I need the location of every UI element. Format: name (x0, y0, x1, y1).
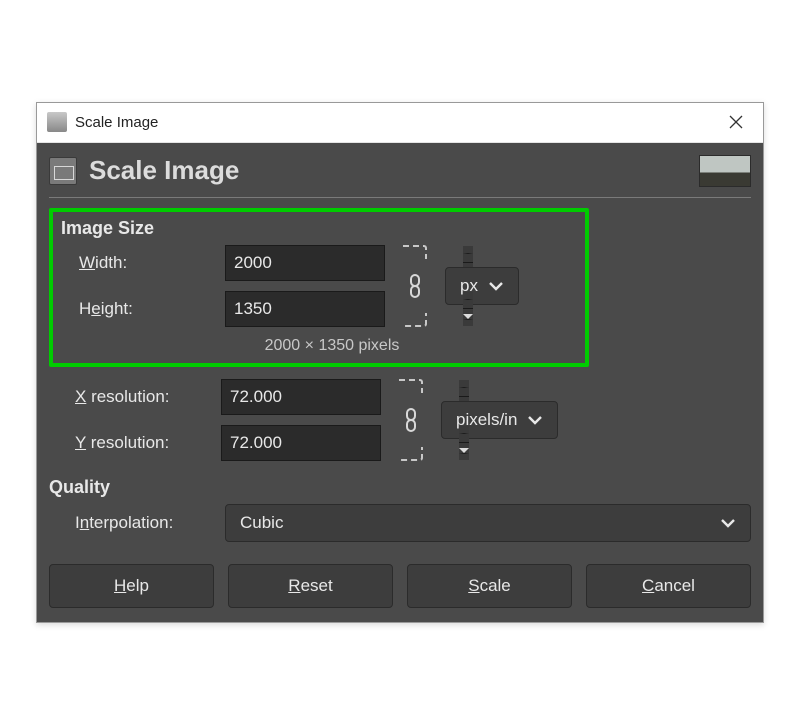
width-spinbox[interactable] (225, 245, 385, 281)
action-button-row: Help Reset Scale Cancel (49, 564, 751, 608)
titlebar: Scale Image (37, 103, 763, 143)
dialog-title: Scale Image (89, 155, 699, 186)
y-res-step-down[interactable] (459, 443, 469, 460)
chevron-down-icon (488, 276, 504, 296)
chain-bracket-top (399, 379, 423, 393)
y-res-step-up[interactable] (459, 426, 469, 444)
resolution-section: X resolution: (49, 379, 751, 461)
height-input[interactable] (226, 292, 463, 326)
scale-button[interactable]: Scale (407, 564, 572, 608)
reset-button[interactable]: Reset (228, 564, 393, 608)
y-resolution-label: Y resolution: (75, 433, 215, 453)
x-resolution-spinbox[interactable] (221, 379, 381, 415)
dialog-body: Scale Image Image Size Width: (37, 143, 763, 622)
window-title: Scale Image (75, 114, 713, 131)
chevron-down-icon (527, 410, 543, 430)
app-icon (47, 112, 67, 132)
height-label: Height: (79, 299, 219, 319)
image-size-heading: Image Size (61, 218, 577, 239)
x-resolution-label: X resolution: (75, 387, 215, 407)
divider (49, 197, 751, 198)
help-button[interactable]: Help (49, 564, 214, 608)
quality-heading: Quality (49, 477, 751, 498)
close-icon (729, 115, 743, 129)
image-thumbnail (699, 155, 751, 187)
height-step-down[interactable] (463, 309, 473, 326)
interpolation-label: Interpolation: (75, 513, 215, 533)
scale-image-dialog: Scale Image Scale Image Image Size Width… (36, 102, 764, 623)
image-size-section-highlight: Image Size Width: (49, 208, 589, 367)
cancel-button[interactable]: Cancel (586, 564, 751, 608)
height-spinbox[interactable] (225, 291, 385, 327)
interpolation-value: Cubic (240, 513, 283, 533)
scale-image-icon (49, 157, 77, 185)
height-step-up[interactable] (463, 292, 473, 310)
width-label: Width: (79, 253, 219, 273)
close-button[interactable] (713, 102, 759, 142)
x-res-step-up[interactable] (459, 380, 469, 398)
chain-bracket-top (403, 245, 427, 259)
dimensions-readout: 2000 × 1350 pixels (79, 337, 585, 355)
width-step-up[interactable] (463, 246, 473, 264)
dialog-header: Scale Image (49, 151, 751, 195)
chevron-down-icon (720, 513, 736, 533)
y-resolution-spinbox[interactable] (221, 425, 381, 461)
y-resolution-input[interactable] (222, 426, 459, 460)
interpolation-dropdown[interactable]: Cubic (225, 504, 751, 542)
